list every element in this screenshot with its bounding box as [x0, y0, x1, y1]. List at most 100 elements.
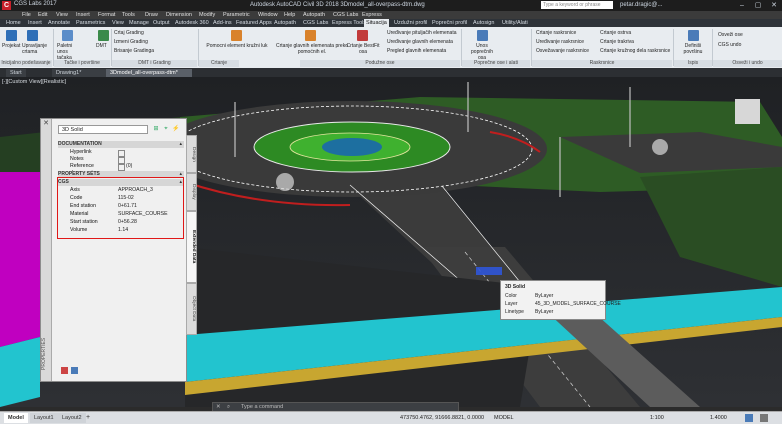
tab-output[interactable]: Output	[151, 19, 172, 27]
bottom-toolbar-icon[interactable]	[71, 367, 78, 374]
file-tab-start[interactable]: Start	[6, 69, 26, 77]
menu-edit[interactable]: Edit	[38, 11, 47, 19]
tab-insert[interactable]: Insert	[26, 19, 44, 27]
tab-object-data[interactable]: Object Data	[186, 283, 197, 335]
tab-situacija[interactable]: Situacija	[364, 19, 389, 27]
cgs-undo-button[interactable]: CGS undo	[718, 42, 741, 48]
layout-tab-layout1[interactable]: Layout1	[30, 413, 58, 423]
menu-express[interactable]: Express	[362, 11, 382, 19]
edit-transition-button[interactable]: Uređivanje pituljačih elemenata	[387, 30, 457, 36]
tab-utility-alati[interactable]: Utility/Alati	[500, 19, 530, 27]
close-window-button[interactable]: ✕	[766, 0, 782, 11]
tab-uzduzni-profil[interactable]: Uzdužni profil	[392, 19, 429, 27]
bottom-toolbar-icon[interactable]	[61, 367, 68, 374]
collapse-icon[interactable]: ▴	[179, 141, 182, 148]
autocad-app-icon[interactable]: C	[2, 1, 11, 10]
tab-featured-apps[interactable]: Featured Apps	[234, 19, 274, 27]
tab-parametrics[interactable]: Parametrics	[74, 19, 107, 27]
reference-documents-icon[interactable]	[118, 164, 125, 171]
draw-main-elements-button[interactable]: Crtanje glavnih elemenata preko pomoćnih…	[276, 43, 348, 55]
add-layout-icon[interactable]: +	[86, 414, 90, 421]
panel-label-undo: Osveži i undo	[713, 60, 782, 67]
file-tab-drawing1[interactable]: Drawing1*	[52, 69, 108, 77]
toggle-pickadd-icon[interactable]: ⊞	[152, 125, 160, 134]
object-type-select[interactable]: 3D Solid	[58, 125, 148, 134]
units-value[interactable]: 1.4000	[710, 413, 727, 423]
annotation-scale[interactable]: 1:100	[650, 413, 664, 423]
tooltip-value: 45_3D_MODEL_SURFACE_COURSE	[535, 301, 621, 307]
property-row[interactable]: Hyperlink	[58, 149, 184, 157]
tab-view[interactable]: View	[110, 19, 126, 27]
search-input[interactable]: Type a keyword or phrase	[541, 1, 613, 9]
select-objects-icon[interactable]: ⌖	[162, 125, 170, 134]
menu-draw[interactable]: Draw	[145, 11, 158, 19]
draw-island-button[interactable]: Crtanje ostrva	[600, 30, 631, 36]
tab-manage[interactable]: Manage	[127, 19, 151, 27]
menu-format[interactable]: Format	[98, 11, 115, 19]
define-surface-button[interactable]: Definiši površinu	[678, 43, 708, 55]
draw-intersection-button[interactable]: Crtanje raskrsnice	[536, 30, 576, 36]
tab-display[interactable]: Display	[186, 173, 197, 211]
draw-tracks-button[interactable]: Crtanje trakriva	[600, 39, 634, 45]
review-main-elements-button[interactable]: Pregled glavnih elemenata	[387, 48, 446, 54]
palette-points-button[interactable]: Paletni unos tačaka	[57, 43, 83, 61]
aux-arc-button[interactable]: Pomocni element kružni luk	[202, 43, 272, 49]
user-account[interactable]: petar.dragic@...	[620, 2, 662, 8]
maximize-button[interactable]: ▢	[750, 0, 766, 11]
tab-design[interactable]: Design	[186, 135, 197, 173]
tab-cgs-labs[interactable]: CGS Labs	[301, 19, 330, 27]
edit-grading-button[interactable]: Izmeni Grading	[114, 39, 148, 45]
tab-express-tools[interactable]: Express Tools	[330, 19, 368, 27]
delete-grading-button[interactable]: Brisanje Gradinga	[114, 48, 154, 54]
edit-main-elements-button[interactable]: Uređivanje glavnih elemenata	[387, 39, 453, 45]
menu-window[interactable]: Window	[258, 11, 278, 19]
property-row[interactable]: Reference documents(0)	[58, 163, 184, 176]
menu-parametric[interactable]: Parametric	[223, 11, 250, 19]
title-bar: C CGS Labs 2017 Autodesk AutoCAD Civil 3…	[0, 0, 782, 11]
tab-add-ins[interactable]: Add-ins	[211, 19, 234, 27]
layout-tab-model[interactable]: Model	[4, 413, 28, 423]
menu-view[interactable]: View	[56, 11, 68, 19]
viewport-label[interactable]: [-][Custom View][Realistic]	[2, 79, 66, 85]
menu-modify[interactable]: Modify	[199, 11, 215, 19]
section-documentation[interactable]: DOCUMENTATION ▴	[58, 141, 184, 148]
points-icon	[62, 30, 73, 41]
menu-autopath[interactable]: Autopath	[303, 11, 325, 19]
refresh-axes-button[interactable]: Osveži ose	[718, 32, 743, 38]
property-row[interactable]: Notes	[58, 156, 184, 164]
tab-extended-data[interactable]: Extended Data	[186, 211, 197, 283]
menu-dimension[interactable]: Dimension	[166, 11, 192, 19]
manage-lines-button[interactable]: Upravljanje crtama	[22, 43, 47, 55]
refresh-intersection-button[interactable]: Osvežavanje raskrsnice	[536, 48, 589, 54]
menu-help[interactable]: Help	[284, 11, 295, 19]
layout-tab-layout2[interactable]: Layout2	[58, 413, 86, 423]
minimize-button[interactable]: –	[734, 0, 750, 11]
edit-intersection-button[interactable]: Uređivanje raskrsnice	[536, 39, 584, 45]
tooltip-key: Color	[505, 293, 517, 299]
main-elements-icon	[305, 30, 316, 41]
project-button[interactable]: Projekat	[2, 43, 20, 49]
draw-roundabout-button[interactable]: Crtanje kružnog dela raskrsnice	[600, 48, 670, 54]
add-cross-axis-button[interactable]: Unos poprečnih osa	[467, 43, 497, 61]
menu-insert[interactable]: Insert	[76, 11, 90, 19]
dmt-button[interactable]: DMT	[96, 43, 107, 49]
tab-autodesk-360[interactable]: Autodesk 360	[173, 19, 211, 27]
coordinate-readout[interactable]: 473750.4762, 91666.8821, 0.0000	[400, 413, 484, 423]
menu-file[interactable]: File	[22, 11, 31, 19]
tab-home[interactable]: Home	[4, 19, 23, 27]
properties-palette[interactable]: ✕ PROPERTIES 3D Solid ⊞ ⌖ ⚡ DOCUMENTATIO…	[40, 118, 197, 382]
quick-select-icon[interactable]: ⚡	[172, 125, 180, 134]
tab-autosign[interactable]: Autosign	[471, 19, 496, 27]
customize-icon[interactable]	[760, 414, 768, 422]
file-tab-3dmodel[interactable]: 3Dmodel_all-overpass-dtm*	[106, 69, 192, 77]
bestfit-axis-button[interactable]: Crtanje BestFit osa	[345, 43, 381, 55]
model-space-toggle[interactable]: MODEL	[494, 413, 514, 423]
draw-grading-button[interactable]: Crtaj Grading	[114, 30, 144, 36]
tab-poprecni-profil[interactable]: Poprečni profil	[430, 19, 469, 27]
tab-annotate[interactable]: Annotate	[46, 19, 72, 27]
settings-icon[interactable]	[745, 414, 753, 422]
menu-tools[interactable]: Tools	[122, 11, 135, 19]
menu-cgs-labs[interactable]: CGS Labs	[333, 11, 358, 19]
tab-autopath[interactable]: Autopath	[272, 19, 298, 27]
close-icon[interactable]: ✕	[42, 120, 50, 128]
